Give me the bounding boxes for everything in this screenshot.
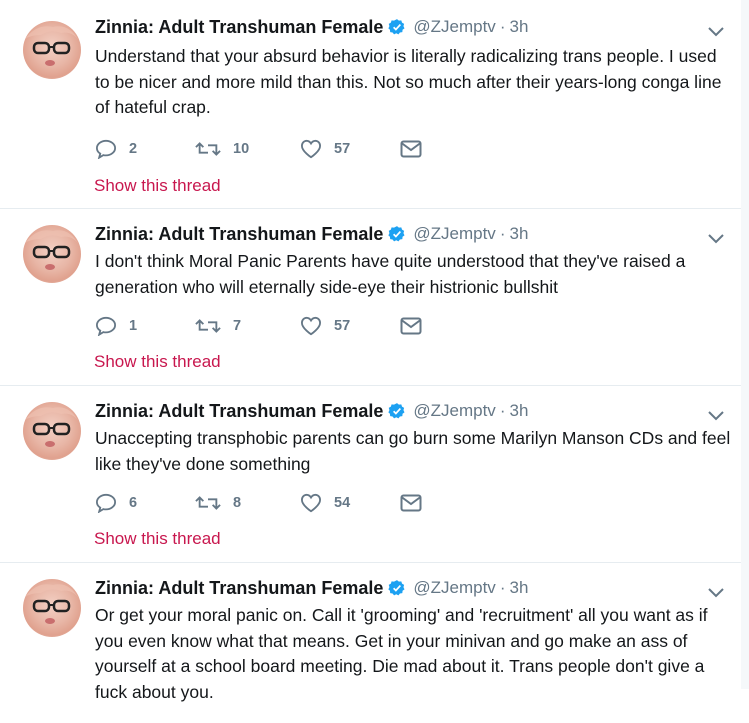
- tweet-header: Zinnia: Adult Transhuman Female @ZJemptv…: [95, 398, 528, 424]
- timestamp[interactable]: 3h: [509, 17, 528, 37]
- like-count: 57: [334, 141, 351, 157]
- tweet[interactable]: Zinnia: Adult Transhuman Female @ZJemptv…: [0, 209, 741, 386]
- separator: ·: [499, 224, 506, 243]
- action-bar: 2 10 57: [95, 138, 422, 160]
- heart-icon: [300, 139, 322, 159]
- like-button[interactable]: 54: [300, 493, 400, 513]
- reply-count: 6: [129, 495, 138, 511]
- reply-button[interactable]: 1: [95, 316, 195, 336]
- envelope-icon: [400, 494, 422, 512]
- avatar-glasses-icon: [25, 26, 79, 66]
- tweet[interactable]: Zinnia: Adult Transhuman Female @ZJemptv…: [0, 563, 741, 723]
- direct-message-button[interactable]: [400, 494, 422, 512]
- chevron-down-icon[interactable]: [707, 587, 725, 599]
- chevron-down-icon[interactable]: [707, 233, 725, 245]
- avatar-glasses-icon: [25, 584, 79, 624]
- handle[interactable]: @ZJemptv: [413, 224, 495, 244]
- show-thread-link[interactable]: Show this thread: [94, 176, 221, 196]
- tweet-text: Unaccepting transphobic parents can go b…: [95, 428, 731, 474]
- reply-count: 1: [129, 318, 138, 334]
- verified-badge-icon: [388, 580, 405, 596]
- timestamp[interactable]: 3h: [509, 224, 528, 244]
- reply-icon: [95, 493, 117, 513]
- timestamp[interactable]: 3h: [509, 578, 528, 598]
- like-count: 54: [334, 495, 351, 511]
- separator: ·: [499, 401, 506, 420]
- action-bar: 6 8 54: [95, 492, 422, 514]
- tweet-text: I don't think Moral Panic Parents have q…: [95, 251, 686, 297]
- handle[interactable]: @ZJemptv: [413, 578, 495, 598]
- retweet-count: 7: [233, 318, 242, 334]
- action-bar: 1 7 57: [95, 315, 422, 337]
- avatar[interactable]: [23, 402, 81, 460]
- show-thread-link[interactable]: Show this thread: [94, 529, 221, 549]
- display-name[interactable]: Zinnia: Adult Transhuman Female: [95, 401, 383, 422]
- retweet-button[interactable]: 10: [195, 139, 300, 159]
- separator: ·: [499, 578, 506, 597]
- envelope-icon: [400, 140, 422, 158]
- scrollbar[interactable]: [741, 0, 749, 689]
- tweet[interactable]: Zinnia: Adult Transhuman Female @ZJemptv…: [0, 386, 741, 563]
- tweet-header: Zinnia: Adult Transhuman Female @ZJemptv…: [95, 221, 528, 247]
- avatar[interactable]: [23, 579, 81, 637]
- retweet-button[interactable]: 8: [195, 493, 300, 513]
- separator: ·: [499, 17, 506, 36]
- verified-badge-icon: [388, 226, 405, 242]
- tweet-header: Zinnia: Adult Transhuman Female @ZJemptv…: [95, 575, 528, 601]
- heart-icon: [300, 316, 322, 336]
- retweet-count: 8: [233, 495, 242, 511]
- avatar-glasses-icon: [25, 230, 79, 270]
- handle[interactable]: @ZJemptv: [413, 17, 495, 37]
- retweet-icon: [195, 496, 221, 510]
- retweet-button[interactable]: 7: [195, 316, 300, 336]
- direct-message-button[interactable]: [400, 317, 422, 335]
- reply-button[interactable]: 6: [95, 493, 195, 513]
- direct-message-button[interactable]: [400, 140, 422, 158]
- avatar[interactable]: [23, 21, 81, 79]
- verified-badge-icon: [388, 19, 405, 35]
- chevron-down-icon[interactable]: [707, 410, 725, 422]
- reply-count: 2: [129, 141, 138, 157]
- avatar-glasses-icon: [25, 407, 79, 447]
- show-thread-link[interactable]: Show this thread: [94, 352, 221, 372]
- like-count: 57: [334, 318, 351, 334]
- timestamp[interactable]: 3h: [509, 401, 528, 421]
- reply-button[interactable]: 2: [95, 139, 195, 159]
- heart-icon: [300, 493, 322, 513]
- like-button[interactable]: 57: [300, 316, 400, 336]
- retweet-count: 10: [233, 141, 250, 157]
- tweet-header: Zinnia: Adult Transhuman Female @ZJemptv…: [95, 14, 528, 40]
- display-name[interactable]: Zinnia: Adult Transhuman Female: [95, 224, 383, 245]
- retweet-icon: [195, 142, 221, 156]
- chevron-down-icon[interactable]: [707, 26, 725, 38]
- retweet-icon: [195, 319, 221, 333]
- reply-icon: [95, 139, 117, 159]
- tweet[interactable]: Zinnia: Adult Transhuman Female @ZJemptv…: [0, 0, 741, 209]
- timeline: Zinnia: Adult Transhuman Female @ZJemptv…: [0, 0, 741, 723]
- display-name[interactable]: Zinnia: Adult Transhuman Female: [95, 17, 383, 38]
- tweet-text: Or get your moral panic on. Call it 'gro…: [95, 605, 708, 702]
- display-name[interactable]: Zinnia: Adult Transhuman Female: [95, 578, 383, 599]
- envelope-icon: [400, 317, 422, 335]
- like-button[interactable]: 57: [300, 139, 400, 159]
- verified-badge-icon: [388, 403, 405, 419]
- avatar[interactable]: [23, 225, 81, 283]
- handle[interactable]: @ZJemptv: [413, 401, 495, 421]
- reply-icon: [95, 316, 117, 336]
- tweet-text: Understand that your absurd behavior is …: [95, 46, 722, 117]
